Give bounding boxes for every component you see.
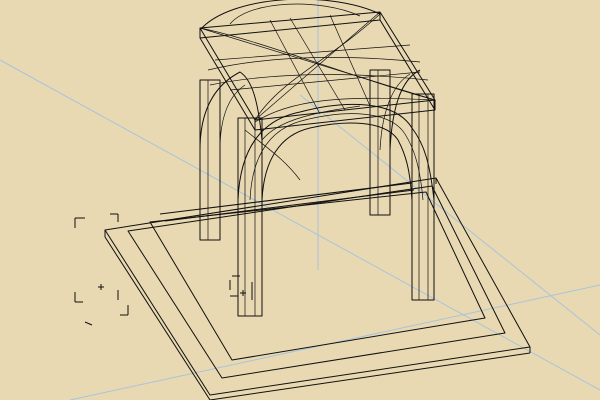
cad-viewport[interactable]	[0, 0, 600, 400]
wireframe-canvas[interactable]	[0, 0, 600, 400]
